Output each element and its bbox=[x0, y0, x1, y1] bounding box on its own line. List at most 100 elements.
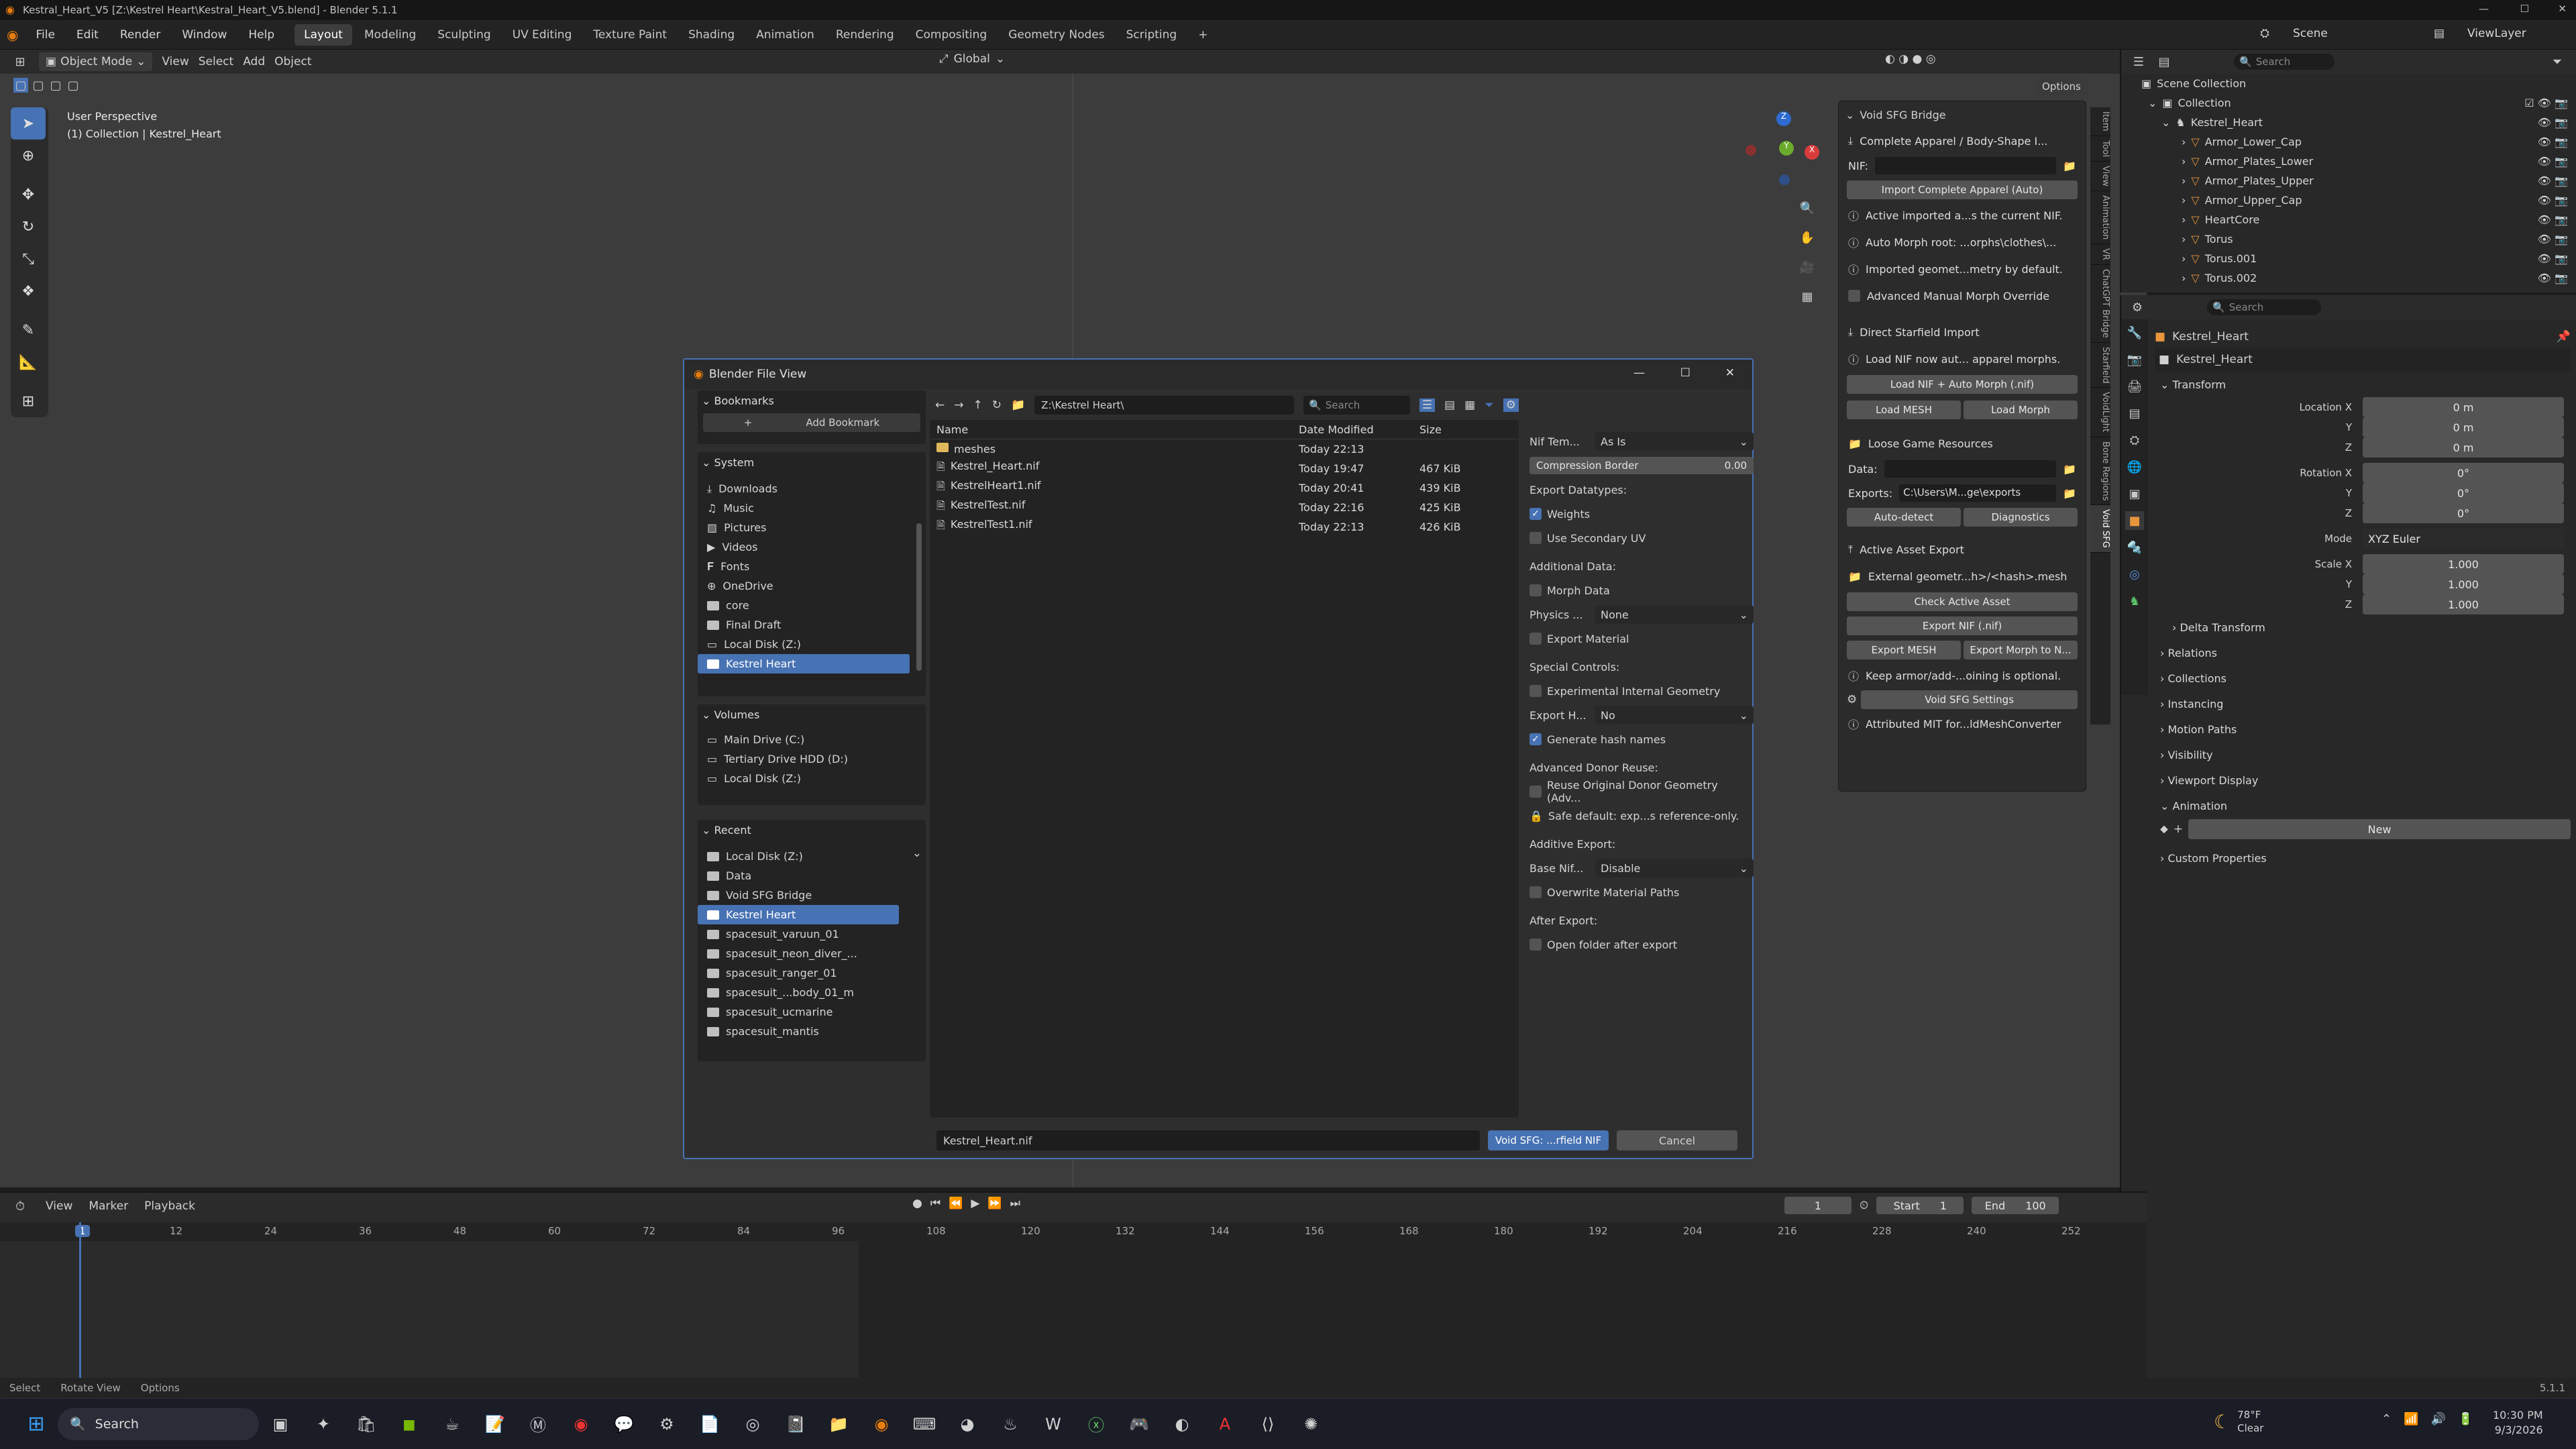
export-morph-button[interactable]: Export Morph to N... bbox=[1964, 641, 2078, 659]
outliner-child-row[interactable]: › ▽ HeartCore 👁 📷 bbox=[2121, 210, 2576, 229]
secondary-uv-row[interactable]: Use Secondary UV bbox=[1519, 526, 1754, 550]
col-name[interactable]: Name bbox=[930, 423, 1299, 436]
recent-item[interactable]: Local Disk (Z:) bbox=[698, 847, 899, 866]
export-confirm-button[interactable]: Void SFG: ...rfield NIF bbox=[1488, 1130, 1609, 1150]
ortho-grid-icon[interactable]: ▦ bbox=[1798, 287, 1817, 306]
forward-icon[interactable]: → bbox=[954, 398, 963, 412]
view-layer-name[interactable]: ViewLayer bbox=[2457, 27, 2537, 40]
physics-dropdown[interactable]: None ⌄ bbox=[1595, 605, 1754, 624]
tab-geometry-nodes[interactable]: Geometry Nodes bbox=[999, 24, 1114, 46]
next-keyframe-icon[interactable]: ⏩ bbox=[987, 1197, 1002, 1210]
recent-chevron-down-icon[interactable]: ⌄ bbox=[912, 847, 922, 860]
recent-item[interactable]: Data bbox=[698, 866, 899, 885]
frame-ruler[interactable]: 1 12 24 36 48 60 72 84 96 108 120 132 144 156 168 180 19… bbox=[0, 1222, 2147, 1241]
browser-icon[interactable]: ◐ bbox=[1167, 1409, 1197, 1439]
tab-animation[interactable]: Animation bbox=[747, 24, 824, 46]
list-view-icon[interactable]: ☰ bbox=[1419, 398, 1436, 412]
clock[interactable]: 10:30 PM 9/3/2026 bbox=[2493, 1408, 2543, 1438]
world-tab-icon[interactable]: 🌐 bbox=[2125, 458, 2144, 476]
import-complete-apparel-button[interactable]: Import Complete Apparel (Auto) bbox=[1847, 180, 2078, 199]
blender-taskbar-icon[interactable]: ◉ bbox=[867, 1409, 896, 1439]
battery-icon[interactable]: 🔋 bbox=[2458, 1412, 2473, 1426]
view-layer-tab-icon[interactable]: ▤ bbox=[2125, 404, 2144, 423]
gear-app-icon[interactable]: ⚙ bbox=[652, 1409, 682, 1439]
visibility-icons[interactable]: 👁 📷 bbox=[2538, 116, 2568, 129]
rotate-tool-icon[interactable]: ↻ bbox=[11, 211, 46, 243]
system-scrollbar[interactable] bbox=[916, 523, 922, 671]
menu-edit[interactable]: Edit bbox=[66, 28, 109, 42]
tab-tool[interactable]: Tool bbox=[2090, 136, 2110, 162]
recent-header[interactable]: ⌄ Recent bbox=[698, 820, 926, 840]
dialog-title-bar[interactable]: ◉ Blender File View — ☐ ✕ bbox=[684, 360, 1752, 389]
export-nif-button[interactable]: Export NIF (.nif) bbox=[1847, 616, 2078, 635]
scene-tab-icon[interactable]: ⛭ bbox=[2125, 431, 2144, 449]
data-tab-icon[interactable]: ♞ bbox=[2125, 592, 2144, 610]
physics-tab-icon[interactable]: ◎ bbox=[2125, 565, 2144, 584]
end-frame-field[interactable]: End 100 bbox=[1972, 1197, 2059, 1214]
add-cube-tool-icon[interactable]: ⊞ bbox=[11, 385, 46, 417]
motion-paths-header[interactable]: › Motion Paths bbox=[2155, 716, 2571, 742]
media-icon[interactable]: ◉ bbox=[566, 1409, 596, 1439]
visibility-icons[interactable]: 👁 📷 bbox=[2538, 136, 2568, 148]
location-z-field[interactable]: 0 m bbox=[2363, 437, 2564, 458]
terminal-icon[interactable]: ⌨ bbox=[910, 1409, 939, 1439]
vp-menu-select[interactable]: Select bbox=[199, 55, 233, 68]
tab-texture-paint[interactable]: Texture Paint bbox=[584, 24, 676, 46]
system-item-final-draft[interactable]: Final Draft bbox=[698, 615, 910, 635]
zoom-icon[interactable]: 🔍 bbox=[1798, 199, 1817, 217]
timeline-editor-icon[interactable]: ⏱ bbox=[11, 1197, 30, 1216]
transform-tool-icon[interactable]: ❖ bbox=[11, 275, 46, 307]
close-icon[interactable]: ✕ bbox=[2558, 3, 2567, 15]
render-tab-icon[interactable]: 📷 bbox=[2125, 350, 2144, 369]
weather-widget[interactable]: ☾ 78°F Clear bbox=[2214, 1408, 2263, 1435]
system-item-videos[interactable]: ▶ Videos bbox=[698, 537, 910, 557]
store-icon[interactable]: 🛍 bbox=[352, 1409, 381, 1439]
add-icon[interactable]: + bbox=[2174, 822, 2183, 836]
advanced-override-row[interactable]: Advanced Manual Morph Override bbox=[1839, 282, 2086, 309]
vp-menu-view[interactable]: View bbox=[162, 55, 189, 68]
tab-view[interactable]: View bbox=[2090, 162, 2110, 191]
discord-icon[interactable]: 🎮 bbox=[1124, 1409, 1154, 1439]
taskbar-search-box[interactable]: 🔍 Search bbox=[58, 1407, 259, 1440]
visibility-icons[interactable]: 👁 📷 bbox=[2538, 252, 2568, 265]
camera-view-icon[interactable]: 🎥 bbox=[1798, 258, 1817, 276]
action-icon[interactable]: ⬥ bbox=[2160, 822, 2168, 836]
outliner-child-row[interactable]: › ▽ Torus.002 👁 📷 bbox=[2121, 268, 2576, 288]
menu-window[interactable]: Window bbox=[171, 28, 237, 42]
blender-menu-icon[interactable]: ◉ bbox=[0, 27, 25, 43]
dialog-maximize-icon[interactable]: ☐ bbox=[1680, 366, 1690, 380]
check-active-asset-button[interactable]: Check Active Asset bbox=[1847, 592, 2078, 611]
custom-properties-header[interactable]: › Custom Properties bbox=[2155, 845, 2571, 871]
outliner-child-row[interactable]: › ▽ Torus 👁 📷 bbox=[2121, 229, 2576, 249]
output-tab-icon[interactable]: 🖨 bbox=[2125, 377, 2144, 396]
file-row[interactable]: 🗎 KestrelHeart1.nif Today 20:41 439 KiB bbox=[930, 478, 1519, 498]
open-folder-row[interactable]: Open folder after export bbox=[1519, 932, 1754, 957]
location-x-field[interactable]: 0 m bbox=[2363, 397, 2564, 417]
jump-end-icon[interactable]: ⏭ bbox=[1010, 1197, 1020, 1210]
scale-y-field[interactable]: 1.000 bbox=[2363, 574, 2564, 594]
nvidia-icon[interactable]: ◼ bbox=[394, 1409, 424, 1439]
advanced-override-checkbox[interactable] bbox=[1848, 290, 1860, 302]
volume-item-d[interactable]: ▭ Tertiary Drive HDD (D:) bbox=[698, 749, 926, 769]
menu-render[interactable]: Render bbox=[109, 28, 172, 42]
weights-checkbox[interactable]: ✓ bbox=[1529, 508, 1542, 520]
tab-animation-side[interactable]: Animation bbox=[2090, 191, 2110, 244]
object-tab-icon[interactable]: ■ bbox=[2125, 511, 2144, 530]
reuse-donor-row[interactable]: Reuse Original Donor Geometry (Adv... bbox=[1519, 779, 1754, 804]
pin-icon[interactable]: 📌 bbox=[2557, 330, 2571, 343]
object-data-row[interactable]: ■ Kestrel_Heart bbox=[2155, 347, 2571, 372]
visibility-icons[interactable]: 👁 📷 bbox=[2538, 233, 2568, 246]
rotation-y-field[interactable]: 0° bbox=[2363, 483, 2564, 503]
visibility-icons[interactable]: ☑ 👁 📷 bbox=[2524, 97, 2568, 109]
secondary-uv-checkbox[interactable] bbox=[1529, 532, 1542, 544]
experimental-geometry-checkbox[interactable] bbox=[1529, 685, 1542, 697]
vscode-icon[interactable]: ⟨⟩ bbox=[1253, 1409, 1283, 1439]
tab-bone-regions[interactable]: Bone Regions bbox=[2090, 437, 2110, 506]
file-row[interactable]: 🗎 KestrelTest.nif Today 22:16 425 KiB bbox=[930, 498, 1519, 517]
navigation-gizmo[interactable]: Z X Y bbox=[1737, 107, 1831, 201]
export-material-checkbox[interactable] bbox=[1529, 633, 1542, 645]
document-icon[interactable]: 📄 bbox=[695, 1409, 724, 1439]
prev-keyframe-icon[interactable]: ⏪ bbox=[949, 1197, 963, 1210]
scene-selector[interactable]: ⛭ Scene bbox=[2254, 24, 2339, 43]
recent-item-selected[interactable]: Kestrel Heart bbox=[698, 905, 899, 924]
